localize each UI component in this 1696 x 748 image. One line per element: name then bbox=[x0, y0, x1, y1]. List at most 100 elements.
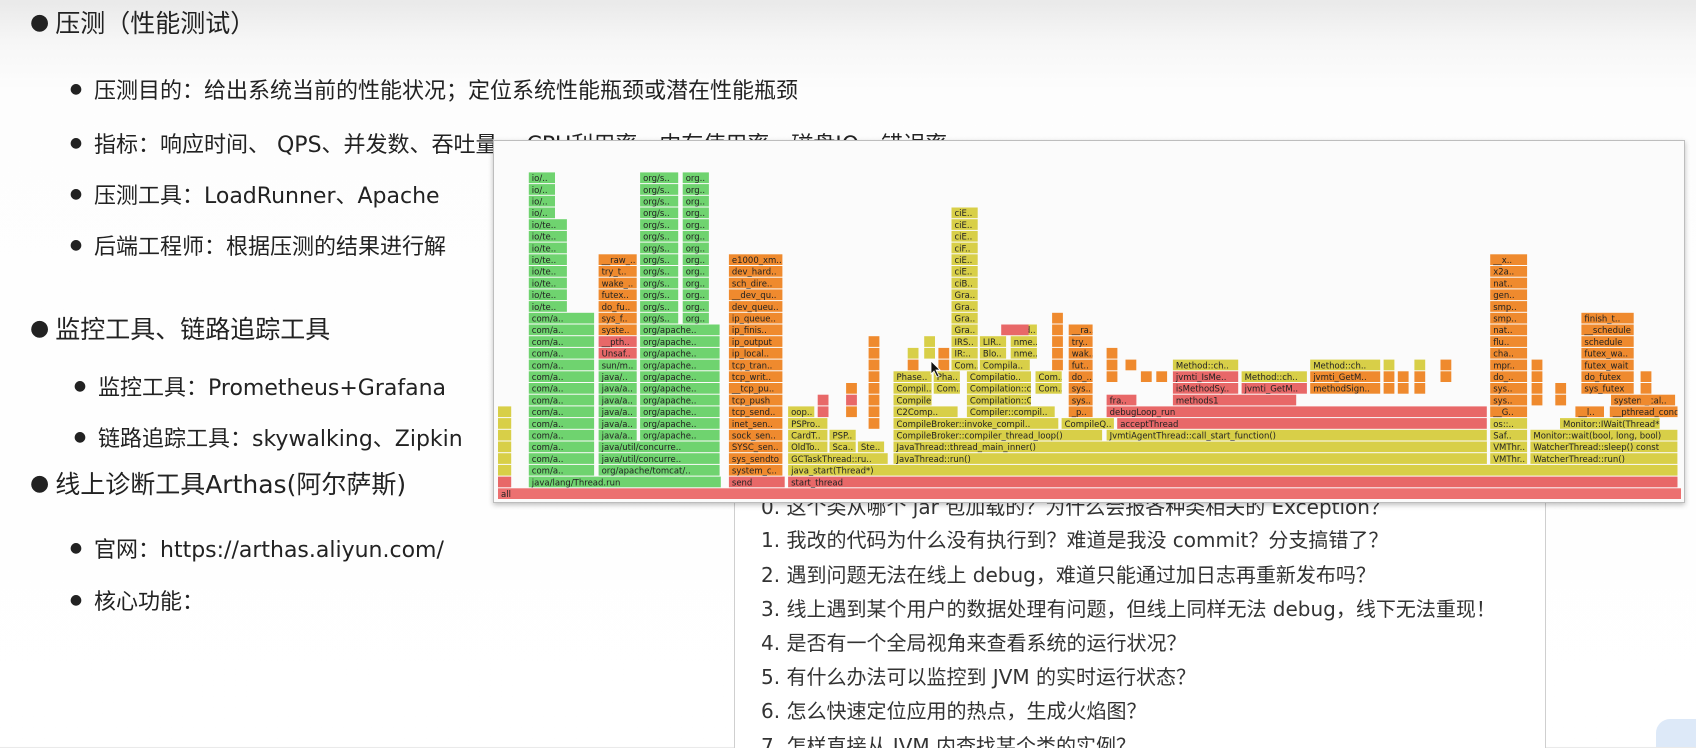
flame-frame[interactable]: jvmti_GetM.. bbox=[1310, 371, 1381, 383]
flame-frame[interactable] bbox=[1052, 336, 1063, 347]
flame-frame[interactable]: sys_sendto bbox=[728, 453, 783, 465]
flame-frame[interactable]: java/a.. bbox=[598, 383, 637, 395]
flame-frame[interactable]: Phase.. bbox=[893, 371, 932, 383]
flame-frame[interactable]: org/s.. bbox=[640, 195, 679, 208]
flame-frame[interactable]: JvmtiAgentThread::call_start_function() bbox=[1106, 429, 1487, 442]
flame-frame-rect[interactable] bbox=[1531, 371, 1543, 382]
flame-frame[interactable] bbox=[1397, 371, 1409, 382]
flame-frame[interactable]: ciE.. bbox=[951, 230, 978, 243]
flame-frame[interactable]: org/s.. bbox=[640, 289, 679, 301]
flame-frame-rect[interactable] bbox=[1383, 383, 1395, 394]
flame-frame[interactable]: java/a.. bbox=[598, 406, 637, 418]
flame-frame[interactable]: ciE.. bbox=[951, 219, 978, 231]
flame-frame[interactable]: org/apache.. bbox=[640, 371, 720, 383]
flame-frame-rect[interactable] bbox=[1555, 394, 1567, 406]
flame-frame[interactable]: com/a.. bbox=[528, 324, 595, 337]
flame-frame[interactable]: __l.. bbox=[1575, 406, 1604, 418]
flame-frame[interactable]: debugLoop_run bbox=[1106, 406, 1487, 418]
flame-frame-rect[interactable] bbox=[1414, 359, 1426, 371]
flame-frame[interactable]: ciE.. bbox=[951, 266, 978, 278]
flame-frame-rect[interactable] bbox=[868, 336, 880, 347]
flame-frame[interactable]: com/a.. bbox=[528, 453, 595, 465]
flame-frame[interactable] bbox=[498, 441, 512, 453]
flame-frame-rect[interactable] bbox=[868, 347, 880, 359]
flame-frame[interactable]: methodSign.. bbox=[1310, 383, 1381, 395]
flame-frame[interactable]: LIR.. bbox=[979, 336, 1007, 348]
flame-frame[interactable]: com/a.. bbox=[528, 312, 595, 325]
flame-frame[interactable]: org.. bbox=[682, 195, 709, 208]
flame-frame-rect[interactable] bbox=[868, 371, 880, 382]
flame-frame[interactable]: cha.. bbox=[1490, 347, 1528, 360]
flame-frame[interactable]: com/a.. bbox=[528, 383, 595, 395]
flame-frame[interactable]: java/util/concurre.. bbox=[598, 453, 720, 465]
flame-frame[interactable]: ip_local.. bbox=[728, 347, 783, 360]
flame-frame[interactable] bbox=[498, 453, 512, 464]
flame-frame[interactable]: org/s.. bbox=[640, 219, 679, 231]
flame-frame[interactable] bbox=[868, 406, 880, 418]
flame-frame[interactable] bbox=[868, 394, 880, 406]
flame-frame[interactable] bbox=[868, 371, 880, 382]
flame-frame[interactable]: sys.. bbox=[1490, 394, 1528, 407]
flame-frame-rect[interactable] bbox=[846, 394, 857, 406]
flame-frame[interactable]: sch_dire.. bbox=[728, 277, 783, 290]
flame-frame[interactable]: IR:.. bbox=[951, 347, 978, 360]
flame-frame[interactable]: sys_futex bbox=[1581, 383, 1634, 395]
flame-frame[interactable]: Com.. bbox=[951, 359, 980, 372]
flame-frame-rect[interactable] bbox=[1397, 383, 1409, 394]
flame-frame[interactable] bbox=[924, 347, 935, 359]
flame-frame[interactable]: com/a.. bbox=[528, 418, 595, 430]
flame-frame[interactable]: futex_wait bbox=[1581, 359, 1634, 372]
flame-frame[interactable]: dev_hard.. bbox=[728, 266, 783, 278]
flame-frame[interactable]: send bbox=[728, 476, 785, 489]
flame-frame-rect[interactable] bbox=[1052, 359, 1063, 371]
flame-frame[interactable]: e1000_xm.. bbox=[728, 254, 783, 266]
flame-frame[interactable]: sys.. bbox=[1068, 394, 1093, 407]
flame-frame[interactable]: schedule bbox=[1581, 336, 1634, 348]
flame-frame-rect[interactable] bbox=[788, 476, 1678, 488]
flame-frame[interactable]: io/.. bbox=[528, 207, 555, 220]
flame-frame-rect[interactable] bbox=[788, 464, 1678, 476]
flame-frame[interactable]: nme.. bbox=[1010, 347, 1038, 360]
flame-frame[interactable]: finish_t.. bbox=[1581, 312, 1634, 325]
flame-frame[interactable]: org/s.. bbox=[640, 242, 679, 255]
flame-frame[interactable]: Blo.. bbox=[979, 347, 1007, 360]
flame-frame-rect[interactable] bbox=[1440, 371, 1452, 382]
flame-frame-rect[interactable] bbox=[498, 441, 512, 453]
flame-frame[interactable] bbox=[868, 383, 880, 394]
flame-frame[interactable]: flu.. bbox=[1490, 336, 1528, 348]
flame-frame-rect[interactable] bbox=[498, 464, 512, 476]
flame-frame[interactable] bbox=[938, 359, 950, 371]
flame-frame[interactable]: org.. bbox=[682, 230, 709, 243]
flame-frame[interactable]: org/apache.. bbox=[640, 336, 720, 348]
flame-frame[interactable]: org/s.. bbox=[640, 301, 679, 313]
flame-frame-rect[interactable] bbox=[1531, 359, 1543, 371]
flame-frame[interactable]: org/apache.. bbox=[640, 418, 720, 430]
flame-frame[interactable]: io/te.. bbox=[528, 242, 567, 255]
flame-frame[interactable]: io/te.. bbox=[528, 301, 567, 313]
flame-frame-rect[interactable] bbox=[907, 347, 919, 359]
flame-frame-rect[interactable] bbox=[868, 359, 880, 371]
flame-frame[interactable]: com/a.. bbox=[528, 336, 595, 348]
flame-frame[interactable] bbox=[907, 359, 919, 371]
flame-frame[interactable]: Compile::C.. bbox=[893, 394, 949, 407]
flame-frame-rect[interactable] bbox=[907, 359, 919, 371]
flame-frame[interactable] bbox=[1397, 383, 1409, 394]
flame-frame[interactable]: do_.. bbox=[1068, 371, 1093, 383]
flame-frame[interactable]: org/apache.. bbox=[640, 383, 720, 395]
flame-frame[interactable]: do_fu.. bbox=[598, 301, 637, 313]
flame-frame[interactable] bbox=[868, 347, 880, 359]
flame-frame[interactable] bbox=[1125, 359, 1137, 371]
flame-frame[interactable] bbox=[1140, 371, 1152, 382]
flame-frame[interactable]: io/te.. bbox=[528, 254, 567, 266]
flame-frame[interactable]: __raw_.. bbox=[598, 254, 637, 266]
flame-frame[interactable]: Ste.. bbox=[857, 441, 885, 454]
flame-frame[interactable] bbox=[868, 336, 880, 347]
flame-frame[interactable]: futex_wa.. bbox=[1581, 347, 1634, 360]
flame-frame-rect[interactable] bbox=[924, 347, 935, 359]
flame-frame[interactable] bbox=[498, 429, 512, 441]
flame-frame[interactable]: Gra.. bbox=[951, 312, 978, 325]
flame-graph[interactable]: all java/lang/Thread.run send start_thread c… bbox=[493, 140, 1685, 503]
flame-frame[interactable]: io/.. bbox=[528, 195, 555, 208]
flame-frame-rect[interactable] bbox=[1531, 394, 1543, 406]
flame-frame-rect[interactable] bbox=[868, 394, 880, 406]
